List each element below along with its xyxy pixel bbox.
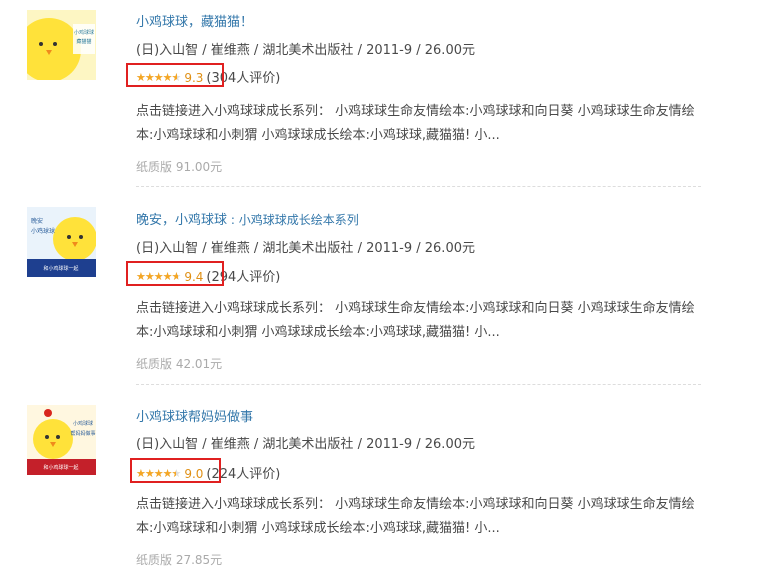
svg-text:帮妈妈做事: 帮妈妈做事 <box>70 430 95 437</box>
paper-price[interactable]: 纸质版 42.01元 <box>136 355 222 372</box>
book-cover[interactable]: 小鸡球球 帮妈妈做事 和小鸡球球一起 <box>27 405 96 475</box>
book-cover[interactable]: 小鸡球球 藏猫猫 <box>27 10 96 80</box>
divider <box>136 186 701 187</box>
book-item: 小鸡球球 帮妈妈做事 和小鸡球球一起 小鸡球球帮妈妈做事 (日)入山智 / 崔维… <box>0 385 784 572</box>
svg-text:藏猫猫: 藏猫猫 <box>76 38 91 45</box>
book-title[interactable]: 晚安，小鸡球球 <box>136 213 227 228</box>
svg-text:小鸡球球: 小鸡球球 <box>31 227 55 235</box>
rating-highlight-box <box>126 63 224 87</box>
rating-highlight-box <box>126 261 224 286</box>
svg-text:和小鸡球球一起: 和小鸡球球一起 <box>43 464 78 471</box>
book-subtitle[interactable]: : 小鸡球球成长绘本系列 <box>227 213 359 227</box>
book-title-link[interactable]: 晚安，小鸡球球 : 小鸡球球成长绘本系列 <box>136 209 359 228</box>
book-meta: (日)入山智 / 崔维燕 / 湖北美术出版社 / 2011-9 / 26.00元 <box>136 241 475 256</box>
book-title[interactable]: 小鸡球球帮妈妈做事 <box>136 410 253 425</box>
book-description: 点击链接进入小鸡球球成长系列： 小鸡球球生命友情绘本:小鸡球球和向日葵 小鸡球球… <box>136 104 695 143</box>
book-cover[interactable]: 晚安 小鸡球球 和小鸡球球一起 <box>27 207 96 277</box>
svg-text:晚安: 晚安 <box>31 217 43 225</box>
book-description: 点击链接进入小鸡球球成长系列： 小鸡球球生命友情绘本:小鸡球球和向日葵 小鸡球球… <box>136 497 695 536</box>
book-title[interactable]: 小鸡球球，藏猫猫！ <box>136 15 253 30</box>
paper-price[interactable]: 纸质版 91.00元 <box>136 158 222 175</box>
svg-text:小鸡球球: 小鸡球球 <box>73 420 93 427</box>
book-title-link[interactable]: 小鸡球球帮妈妈做事 <box>136 406 253 425</box>
book-meta: (日)入山智 / 崔维燕 / 湖北美术出版社 / 2011-9 / 26.00元 <box>136 43 475 58</box>
book-item: 小鸡球球 藏猫猫 小鸡球球，藏猫猫！ (日)入山智 / 崔维燕 / 湖北美术出版… <box>0 0 784 190</box>
paper-price[interactable]: 纸质版 27.85元 <box>136 551 222 568</box>
book-description: 点击链接进入小鸡球球成长系列： 小鸡球球生命友情绘本:小鸡球球和向日葵 小鸡球球… <box>136 301 695 340</box>
svg-text:小鸡球球: 小鸡球球 <box>74 29 94 36</box>
book-meta: (日)入山智 / 崔维燕 / 湖北美术出版社 / 2011-9 / 26.00元 <box>136 437 475 452</box>
rating-highlight-box <box>130 458 221 483</box>
book-item: 晚安 小鸡球球 和小鸡球球一起 晚安，小鸡球球 : 小鸡球球成长绘本系列 (日)… <box>0 190 784 385</box>
book-title-link[interactable]: 小鸡球球，藏猫猫！ <box>136 11 253 30</box>
svg-text:和小鸡球球一起: 和小鸡球球一起 <box>43 265 78 272</box>
